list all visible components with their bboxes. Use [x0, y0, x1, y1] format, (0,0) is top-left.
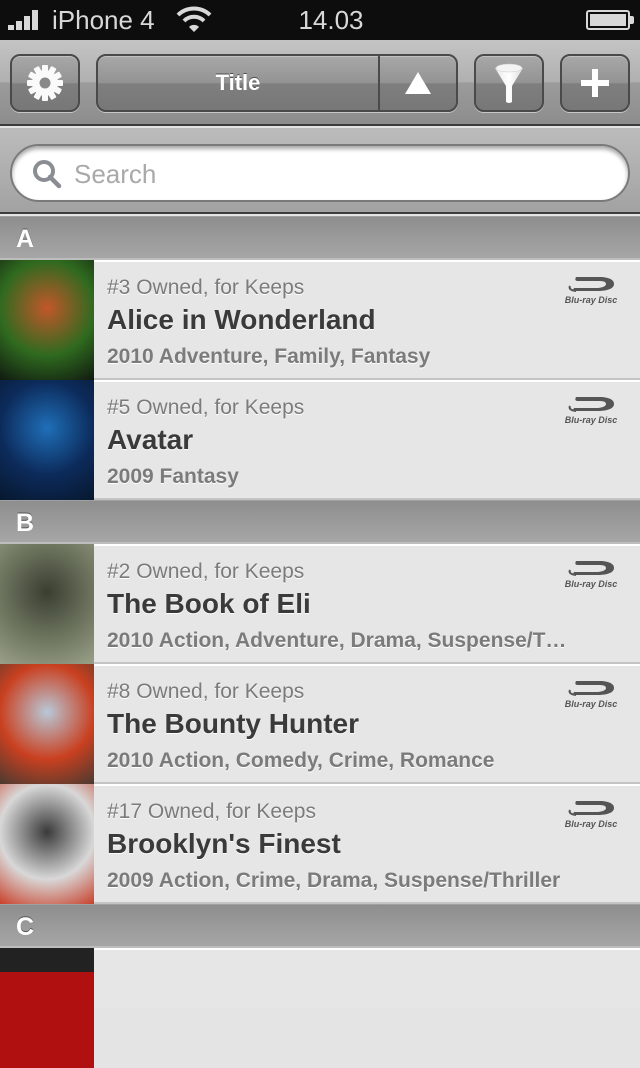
format-label: Blu-ray Disc	[565, 295, 618, 305]
movie-status: #2 Owned, for Keeps	[107, 560, 305, 583]
section-letter: A	[16, 225, 35, 253]
movie-row[interactable]: #5 Owned, for Keeps Avatar 2009 Fantasy …	[0, 380, 640, 500]
sort-direction-button[interactable]	[380, 56, 456, 110]
movie-details: 2009 Action, Crime, Drama, Suspense/Thri…	[107, 869, 561, 892]
magnifier-icon	[33, 160, 62, 189]
battery-icon	[586, 10, 634, 30]
movie-title: Alice in Wonderland	[107, 304, 376, 335]
clock: 14.03	[298, 5, 364, 35]
movie-status: #5 Owned, for Keeps	[107, 396, 305, 419]
section-header-b: B	[0, 500, 640, 544]
movie-title: Avatar	[107, 424, 194, 455]
movie-list[interactable]: A #3 Owned, for Keeps Alice in Wonderlan…	[0, 216, 640, 1068]
gear-icon	[27, 65, 63, 101]
movie-details: 2010 Adventure, Family, Fantasy	[107, 345, 431, 368]
cover-art	[0, 260, 94, 380]
cover-art	[0, 544, 94, 664]
cover-art	[0, 664, 94, 784]
cover-art	[0, 380, 94, 500]
section-header-a: A	[0, 216, 640, 260]
bluray-disc-icon: Blu-ray Disc	[565, 397, 618, 425]
toolbar: Title	[0, 40, 640, 126]
movie-row[interactable]	[0, 948, 640, 1068]
movie-title: The Book of Eli	[107, 588, 311, 619]
search-field[interactable]	[10, 144, 630, 202]
section-header-c: C	[0, 904, 640, 948]
funnel-icon	[495, 63, 523, 103]
search-input[interactable]	[74, 154, 594, 194]
settings-button[interactable]	[10, 54, 80, 112]
search-bar	[0, 128, 640, 214]
movie-row[interactable]: #17 Owned, for Keeps Brooklyn's Finest 2…	[0, 784, 640, 904]
section-letter: C	[16, 913, 35, 941]
plus-icon	[581, 69, 609, 97]
section-letter: B	[16, 509, 35, 537]
format-label: Blu-ray Disc	[565, 415, 618, 425]
movie-status: #17 Owned, for Keeps	[107, 800, 316, 823]
movie-status: #8 Owned, for Keeps	[107, 680, 305, 703]
filter-button[interactable]	[474, 54, 544, 112]
movie-row[interactable]: #2 Owned, for Keeps The Book of Eli 2010…	[0, 544, 640, 664]
format-label: Blu-ray Disc	[565, 819, 618, 829]
movie-row[interactable]: #8 Owned, for Keeps The Bounty Hunter 20…	[0, 664, 640, 784]
sort-field-button[interactable]: Title	[98, 70, 378, 96]
status-bar: iPhone 4 14.03	[0, 0, 640, 40]
movie-title: The Bounty Hunter	[107, 708, 359, 739]
bluray-disc-icon: Blu-ray Disc	[565, 681, 618, 709]
movie-details: 2009 Fantasy	[107, 465, 239, 488]
movie-details: 2010 Action, Adventure, Drama, Suspense/…	[107, 629, 567, 652]
format-label: Blu-ray Disc	[565, 579, 618, 589]
cover-art	[0, 784, 94, 904]
bluray-disc-icon: Blu-ray Disc	[565, 277, 618, 305]
sort-control: Title	[96, 54, 458, 112]
movie-details: 2010 Action, Comedy, Crime, Romance	[107, 749, 495, 772]
cover-art	[0, 948, 94, 1068]
movie-row[interactable]: #3 Owned, for Keeps Alice in Wonderland …	[0, 260, 640, 380]
movie-status: #3 Owned, for Keeps	[107, 276, 305, 299]
bluray-disc-icon: Blu-ray Disc	[565, 561, 618, 589]
movie-title: Brooklyn's Finest	[107, 828, 341, 859]
format-label: Blu-ray Disc	[565, 699, 618, 709]
triangle-up-icon	[405, 72, 431, 94]
bluray-disc-icon: Blu-ray Disc	[565, 801, 618, 829]
add-button[interactable]	[560, 54, 630, 112]
